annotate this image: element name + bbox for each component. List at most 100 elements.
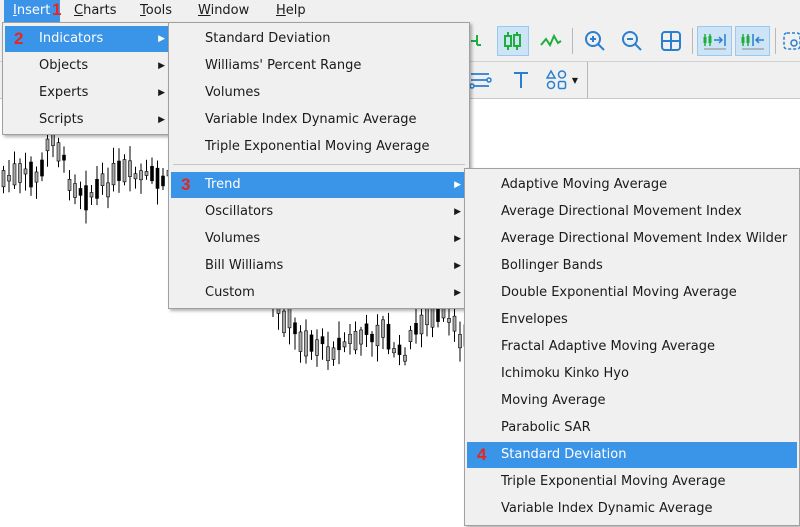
dropdown-arrow-icon[interactable]: ▼ xyxy=(572,76,578,85)
indicators-submenu: Standard Deviation Williams' Percent Ran… xyxy=(168,22,470,309)
candlestick xyxy=(78,181,83,210)
candlestick xyxy=(161,167,165,190)
recent-indicator-item[interactable]: Volumes xyxy=(171,80,467,106)
candlestick xyxy=(111,147,116,192)
candlestick xyxy=(359,326,363,356)
trend-item[interactable]: Bollinger Bands xyxy=(467,253,797,279)
menu-item-label: Average Directional Movement Index xyxy=(501,204,742,219)
menu-insert[interactable]: Insert 1 xyxy=(4,0,61,22)
trend-item[interactable]: Ichimoku Kinko Hyo xyxy=(467,361,797,387)
menu-item-label: Oscillators xyxy=(205,204,274,219)
menu-item-bill-williams[interactable]: Bill Williams ▶ xyxy=(171,253,467,279)
trend-item[interactable]: Double Exponential Moving Average xyxy=(467,280,797,306)
candlestick xyxy=(100,162,105,195)
candlestick xyxy=(381,315,385,350)
candlestick xyxy=(73,174,77,205)
menu-tools[interactable]: Tools xyxy=(140,0,172,22)
submenu-arrow-icon: ▶ xyxy=(454,288,461,298)
trend-item[interactable]: Parabolic SAR xyxy=(467,415,797,441)
trend-item[interactable]: Adaptive Moving Average xyxy=(467,172,797,198)
menu-tools-label: ools xyxy=(145,3,173,18)
trend-item[interactable]: Envelopes xyxy=(467,307,797,333)
candlestick xyxy=(1,165,6,194)
candlestick xyxy=(18,158,22,194)
candlestick xyxy=(29,156,33,196)
zoom-out-button[interactable] xyxy=(616,26,648,56)
menu-item-label: Adaptive Moving Average xyxy=(501,177,668,192)
shapes-button[interactable]: ▼ xyxy=(542,65,582,95)
candlestick xyxy=(298,325,303,363)
trend-item[interactable]: Average Directional Movement Index Wilde… xyxy=(467,226,797,252)
fibonacci-lines-icon xyxy=(469,73,492,89)
zoom-in-button[interactable] xyxy=(579,26,611,56)
menu-item-label: Standard Deviation xyxy=(501,447,627,462)
menu-item-custom[interactable]: Custom ▶ xyxy=(171,280,467,306)
menu-item-oscillators[interactable]: Oscillators ▶ xyxy=(171,199,467,225)
toolbar-separator xyxy=(587,62,588,98)
menu-help-label: elp xyxy=(285,3,306,18)
candlestick xyxy=(348,323,352,355)
trend-item-standard-deviation[interactable]: 4 Standard Deviation xyxy=(467,442,797,468)
menu-item-label: Experts xyxy=(39,85,89,100)
menu-item-label: Bollinger Bands xyxy=(501,258,603,273)
candlestick-chart-button[interactable] xyxy=(497,26,529,56)
candlestick xyxy=(23,152,28,191)
recent-indicator-item[interactable]: Triple Exponential Moving Average xyxy=(171,134,467,160)
trend-item[interactable]: Variable Index Dynamic Average xyxy=(467,496,797,522)
menu-separator xyxy=(173,164,465,165)
menu-window[interactable]: Window xyxy=(198,0,249,22)
trend-item[interactable]: Average Directional Movement Index xyxy=(467,199,797,225)
candlestick xyxy=(34,166,39,199)
line-chart-partial-icon xyxy=(471,35,481,46)
menu-item-label: Moving Average xyxy=(501,393,606,408)
candlestick xyxy=(106,167,110,209)
tile-windows-button[interactable] xyxy=(655,26,687,56)
candlestick xyxy=(45,134,50,167)
menu-item-label: Custom xyxy=(205,285,255,300)
menu-item-label: Trend xyxy=(205,177,241,192)
chart-shift-button[interactable] xyxy=(697,26,732,56)
candlestick xyxy=(331,341,336,366)
menu-charts-mnemonic: C xyxy=(74,3,84,18)
candlestick xyxy=(370,331,374,357)
trend-item[interactable]: Moving Average xyxy=(467,388,797,414)
candlestick xyxy=(89,184,94,206)
menu-charts[interactable]: Charts xyxy=(74,0,117,22)
menu-item-experts[interactable]: Experts ▶ xyxy=(5,80,171,106)
autoscroll-button[interactable] xyxy=(735,26,770,56)
recent-indicator-item[interactable]: Standard Deviation xyxy=(171,26,467,52)
candlestick xyxy=(458,321,462,362)
menu-item-label: Bill Williams xyxy=(205,258,284,273)
recent-indicator-item[interactable]: Williams' Percent Range xyxy=(171,53,467,79)
trend-item[interactable]: Fractal Adaptive Moving Average xyxy=(467,334,797,360)
candlestick xyxy=(12,151,17,190)
step-badge-2: 2 xyxy=(14,29,24,48)
menu-item-trend[interactable]: 3 Trend ▶ xyxy=(171,172,467,198)
menu-item-volumes[interactable]: Volumes ▶ xyxy=(171,226,467,252)
insert-dropdown: 2 Indicators ▶ Objects ▶ Experts ▶ Scrip… xyxy=(2,22,174,135)
menu-window-mnemonic: W xyxy=(198,3,211,18)
menu-item-indicators[interactable]: 2 Indicators ▶ xyxy=(5,26,171,52)
toolbar-separator xyxy=(572,28,573,54)
candlestick xyxy=(122,154,127,186)
trend-item[interactable]: Triple Exponential Moving Average xyxy=(467,469,797,495)
menu-item-objects[interactable]: Objects ▶ xyxy=(5,53,171,79)
step-badge-4: 4 xyxy=(477,445,487,464)
submenu-arrow-icon: ▶ xyxy=(158,88,165,98)
zoom-out-icon xyxy=(622,31,642,51)
menu-charts-label: harts xyxy=(83,3,117,18)
menu-item-scripts[interactable]: Scripts ▶ xyxy=(5,107,171,133)
candlestick xyxy=(397,335,402,366)
recent-indicator-item[interactable]: Variable Index Dynamic Average xyxy=(171,107,467,133)
submenu-arrow-icon: ▶ xyxy=(454,261,461,271)
screenshot-button[interactable] xyxy=(780,26,800,56)
menu-help[interactable]: Help xyxy=(276,0,306,22)
line-chart-button[interactable] xyxy=(535,26,567,56)
candlestick xyxy=(315,329,319,367)
candlestick xyxy=(155,160,160,205)
candlestick xyxy=(95,165,99,206)
menu-item-label: Ichimoku Kinko Hyo xyxy=(501,366,629,381)
text-tool-button[interactable] xyxy=(505,65,537,95)
candlestick xyxy=(375,314,380,362)
menu-item-label: Objects xyxy=(39,58,89,73)
